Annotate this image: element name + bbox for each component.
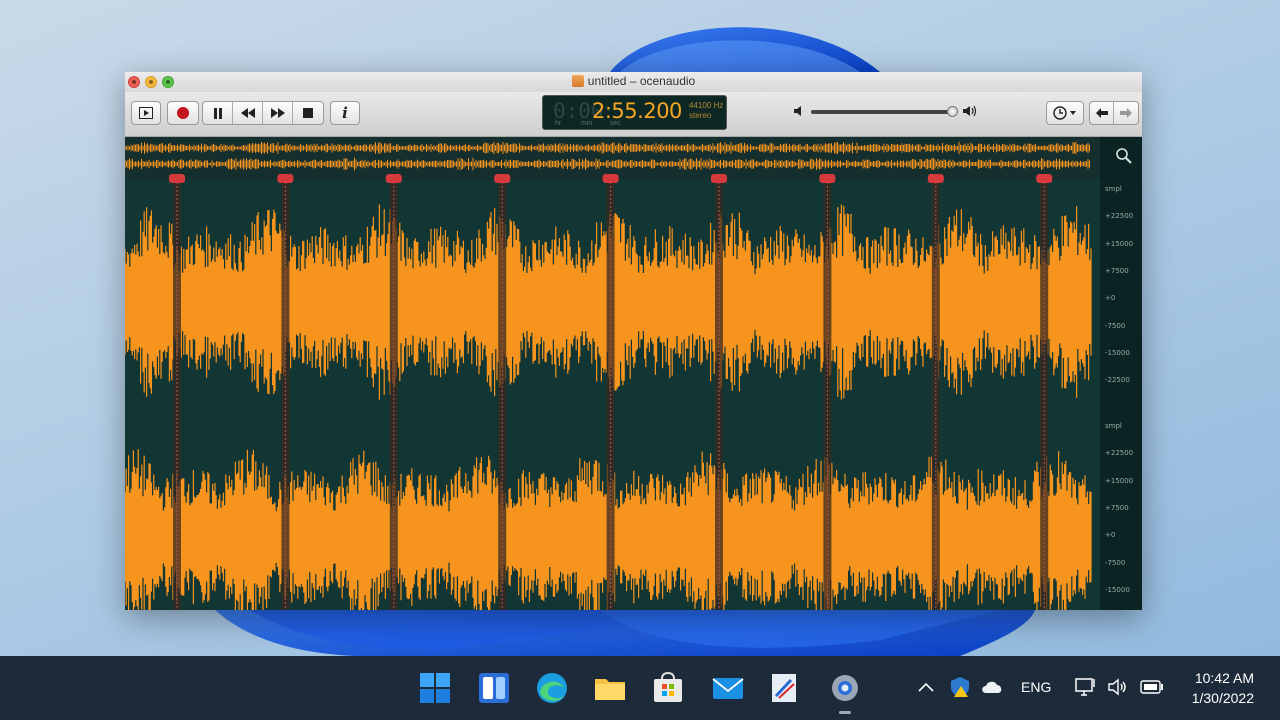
scale-label: -22500 (1105, 376, 1130, 385)
record-button[interactable] (168, 102, 198, 124)
window-title: untitled – ocenaudio (587, 74, 696, 88)
speaker-volume-icon[interactable] (1107, 677, 1129, 697)
scale-label: +7500 (1105, 266, 1129, 275)
pause-button[interactable] (203, 102, 233, 124)
unit-sec-label: sec (610, 120, 621, 127)
navigation-buttons (1089, 101, 1139, 125)
play-selection-button[interactable] (131, 101, 161, 125)
format-info: 44100 Hz stereo (689, 101, 723, 121)
scale-label: -7500 (1105, 558, 1126, 567)
scale-label: -7500 (1105, 321, 1126, 330)
scale-label: -15000 (1105, 348, 1130, 357)
mail-icon[interactable] (710, 670, 746, 706)
pause-icon (213, 107, 222, 119)
scale-label: +7500 (1105, 503, 1129, 512)
scale-label: +15000 (1105, 239, 1134, 248)
active-app-indicator (839, 711, 851, 714)
chevron-up-icon[interactable] (917, 680, 935, 694)
title-bar: untitled – ocenaudio (125, 72, 1142, 92)
clock-icon (1053, 106, 1076, 120)
ocenaudio-window: untitled – ocenaudio i 0:00 2:55.200 441… (125, 72, 1142, 610)
channel-mode: stereo (689, 111, 712, 120)
stop-icon (303, 108, 313, 118)
unit-min-label: min (581, 120, 593, 127)
back-button[interactable] (1090, 102, 1114, 124)
info-icon: i (342, 104, 348, 122)
info-button[interactable]: i (330, 101, 360, 125)
sample-rate: 44100 Hz (689, 101, 724, 110)
file-explorer-icon[interactable] (592, 670, 628, 706)
audio-document-icon (571, 75, 584, 87)
forward-arrow-icon (1120, 108, 1132, 118)
fast-forward-button[interactable] (263, 102, 293, 124)
paint-icon[interactable] (767, 670, 803, 706)
battery-icon[interactable] (1140, 679, 1164, 695)
volume-slider-thumb[interactable] (946, 106, 958, 117)
window-title-area: untitled – ocenaudio (125, 74, 1142, 88)
scale-label: +22500 (1105, 212, 1134, 221)
network-icon[interactable] (1075, 677, 1099, 697)
scale-label: -15000 (1105, 585, 1130, 594)
microsoft-store-icon[interactable] (650, 670, 686, 706)
windows-start-icon[interactable] (417, 670, 453, 706)
onedrive-cloud-icon[interactable] (980, 678, 1004, 696)
security-warning-icon[interactable] (949, 676, 971, 698)
settings-icon[interactable] (827, 670, 863, 706)
forward-button[interactable] (1114, 102, 1138, 124)
back-arrow-icon (1095, 108, 1108, 118)
scale-label: smpl (1105, 185, 1122, 193)
scale-label: +0 (1105, 294, 1116, 303)
volume-low-icon (794, 106, 801, 116)
unit-hr-label: hr (555, 120, 562, 127)
rewind-icon (240, 108, 255, 118)
play-selection-icon (139, 107, 153, 119)
record-button-group (167, 101, 199, 125)
rewind-button[interactable] (233, 102, 263, 124)
scale-label: +0 (1105, 531, 1116, 540)
scale-label: +22500 (1105, 449, 1134, 458)
taskbar: ENG 10:42 AM 1/30/2022 (0, 656, 1280, 720)
scale-label: +15000 (1105, 476, 1134, 485)
history-menu-button[interactable] (1046, 101, 1084, 125)
system-clock[interactable]: 10:42 AM 1/30/2022 (1192, 668, 1254, 708)
volume-slider-track[interactable] (811, 110, 956, 114)
toolbar: i 0:00 2:55.200 44100 Hz stereo hr min s… (125, 92, 1142, 137)
fast-forward-icon (270, 108, 285, 118)
widgets-icon[interactable] (476, 670, 512, 706)
language-indicator[interactable]: ENG (1021, 679, 1051, 695)
transport-controls (202, 101, 324, 125)
stop-button[interactable] (293, 102, 323, 124)
clock-date: 1/30/2022 (1191, 690, 1254, 706)
scale-label: smpl (1105, 422, 1122, 430)
time-display: 0:00 2:55.200 44100 Hz stereo hr min sec (542, 95, 727, 130)
edge-icon[interactable] (534, 670, 570, 706)
volume-high-icon (963, 105, 977, 117)
record-icon (177, 107, 189, 119)
clock-time: 10:42 AM (1194, 670, 1254, 686)
current-time: 2:55.200 (592, 99, 682, 123)
waveform-editor[interactable] (125, 137, 1142, 610)
